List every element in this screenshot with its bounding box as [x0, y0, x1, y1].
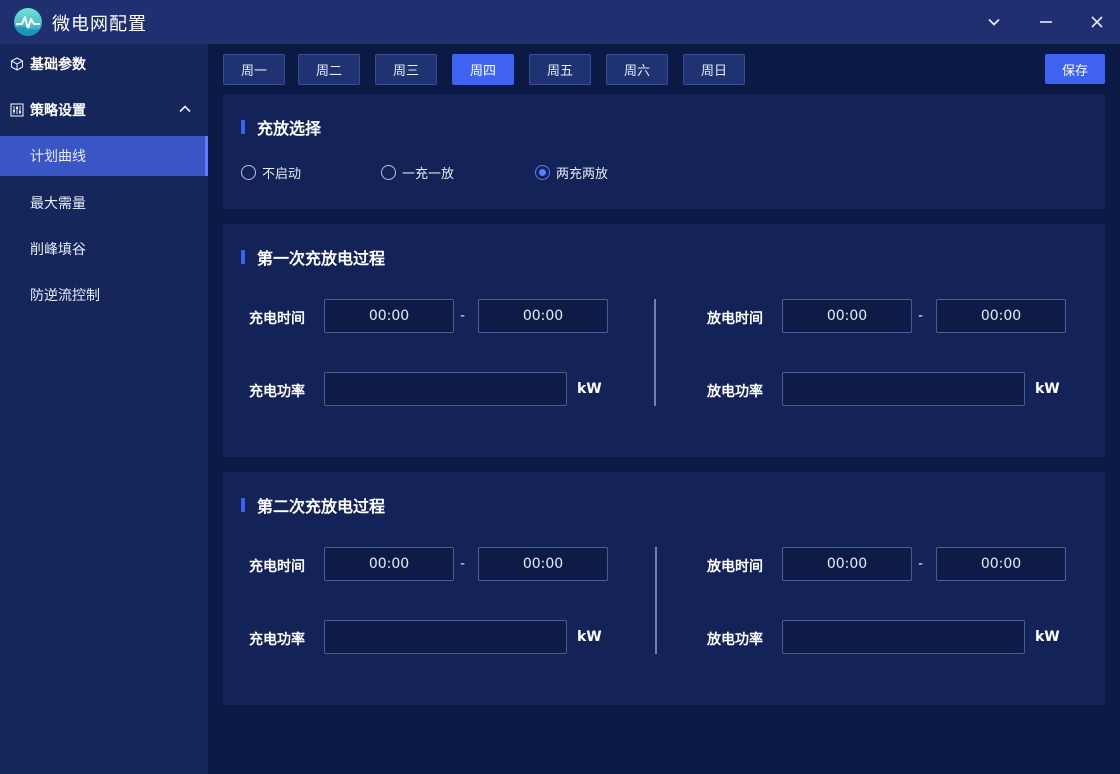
- title-accent-bar: [241, 250, 245, 264]
- time-separator: -: [460, 308, 466, 324]
- charge-power-input[interactable]: [324, 372, 567, 406]
- sidebar-group-label: 基础参数: [30, 57, 86, 73]
- sidebar-group-label: 策略设置: [30, 103, 86, 119]
- charge-start-time-input[interactable]: [324, 299, 454, 333]
- sliders-icon: [10, 103, 24, 117]
- chevron-up-icon: [179, 105, 191, 113]
- discharge-end-time-input[interactable]: [936, 547, 1066, 581]
- discharge-power-label: 放电功率: [707, 632, 763, 648]
- save-button[interactable]: 保存: [1045, 54, 1105, 84]
- radio-circle: [241, 165, 256, 180]
- sidebar-item-plan-curve[interactable]: 计划曲线: [0, 136, 208, 176]
- radio-label: 两充两放: [556, 167, 609, 182]
- time-separator: -: [918, 556, 924, 572]
- mode-panel: 充放选择 不启动 一充一放 两充两放: [223, 94, 1105, 209]
- discharge-start-time-input[interactable]: [782, 547, 912, 581]
- discharge-power-unit: kW: [1035, 381, 1060, 397]
- discharge-power-input[interactable]: [782, 620, 1025, 654]
- vertical-divider: [654, 299, 656, 406]
- radio-two-charge-two-discharge[interactable]: 两充两放: [535, 163, 608, 182]
- discharge-power-input[interactable]: [782, 372, 1025, 406]
- tab-tuesday[interactable]: 周二: [298, 54, 360, 85]
- charge-power-unit: kW: [577, 381, 602, 397]
- radio-circle: [381, 165, 396, 180]
- process-panel-title: 第一次充放电过程: [241, 245, 385, 269]
- discharge-start-time-input[interactable]: [782, 299, 912, 333]
- vertical-divider: [655, 547, 657, 654]
- radio-one-charge-one-discharge[interactable]: 一充一放: [381, 163, 454, 182]
- app-logo-icon: [14, 8, 42, 36]
- close-button[interactable]: [1085, 10, 1109, 34]
- close-icon: [1091, 16, 1103, 28]
- sidebar-item-max-demand[interactable]: 最大需量: [0, 183, 208, 223]
- mode-panel-title: 充放选择: [241, 115, 321, 139]
- charge-end-time-input[interactable]: [478, 547, 608, 581]
- title-accent-bar: [241, 498, 245, 512]
- sidebar-item-anti-backflow[interactable]: 防逆流控制: [0, 275, 208, 315]
- charge-time-label: 充电时间: [249, 559, 305, 575]
- process-panel-2: 第二次充放电过程 充电时间 - 充电功率 kW 放电时间 - 放电功率 kW: [223, 472, 1105, 705]
- charge-power-input[interactable]: [324, 620, 567, 654]
- radio-label: 一充一放: [402, 167, 455, 182]
- app-title: 微电网配置: [52, 14, 147, 35]
- sidebar-group-basic-params[interactable]: 基础参数: [0, 44, 208, 84]
- sidebar: 基础参数 策略设置 计划曲线 最大需量 削峰填谷 防逆流控制: [0, 44, 208, 774]
- minimize-icon: [1040, 21, 1052, 23]
- radio-circle-checked: [535, 165, 550, 180]
- tab-wednesday[interactable]: 周三: [375, 54, 437, 85]
- discharge-time-label: 放电时间: [707, 311, 763, 327]
- panel-title-text: 第二次充放电过程: [257, 497, 386, 516]
- discharge-power-label: 放电功率: [707, 384, 763, 400]
- charge-power-label: 充电功率: [249, 632, 305, 648]
- radio-disabled[interactable]: 不启动: [241, 163, 301, 182]
- charge-end-time-input[interactable]: [478, 299, 608, 333]
- time-separator: -: [918, 308, 924, 324]
- discharge-end-time-input[interactable]: [936, 299, 1066, 333]
- chevron-down-icon: [988, 18, 1000, 26]
- charge-start-time-input[interactable]: [324, 547, 454, 581]
- tab-sunday[interactable]: 周日: [683, 54, 745, 85]
- discharge-power-unit: kW: [1035, 629, 1060, 645]
- tab-monday[interactable]: 周一: [223, 54, 285, 85]
- process-panel-title: 第二次充放电过程: [241, 493, 385, 517]
- collapse-button[interactable]: [982, 10, 1006, 34]
- cube-icon: [10, 57, 24, 71]
- minimize-button[interactable]: [1034, 10, 1058, 34]
- discharge-time-label: 放电时间: [707, 559, 763, 575]
- title-bar: 微电网配置: [0, 0, 1120, 44]
- sidebar-item-peak-shaving[interactable]: 削峰填谷: [0, 229, 208, 269]
- radio-label: 不启动: [262, 167, 302, 182]
- tab-thursday[interactable]: 周四: [452, 54, 514, 85]
- panel-title-text: 第一次充放电过程: [257, 249, 386, 268]
- tab-friday[interactable]: 周五: [529, 54, 591, 85]
- charge-power-unit: kW: [577, 629, 602, 645]
- tab-saturday[interactable]: 周六: [606, 54, 668, 85]
- charge-power-label: 充电功率: [249, 384, 305, 400]
- panel-title-text: 充放选择: [257, 119, 322, 138]
- time-separator: -: [460, 556, 466, 572]
- charge-time-label: 充电时间: [249, 311, 305, 327]
- process-panel-1: 第一次充放电过程 充电时间 - 充电功率 kW 放电时间 - 放电功率 kW: [223, 224, 1105, 457]
- sidebar-group-strategy[interactable]: 策略设置: [0, 90, 208, 130]
- title-accent-bar: [241, 120, 245, 134]
